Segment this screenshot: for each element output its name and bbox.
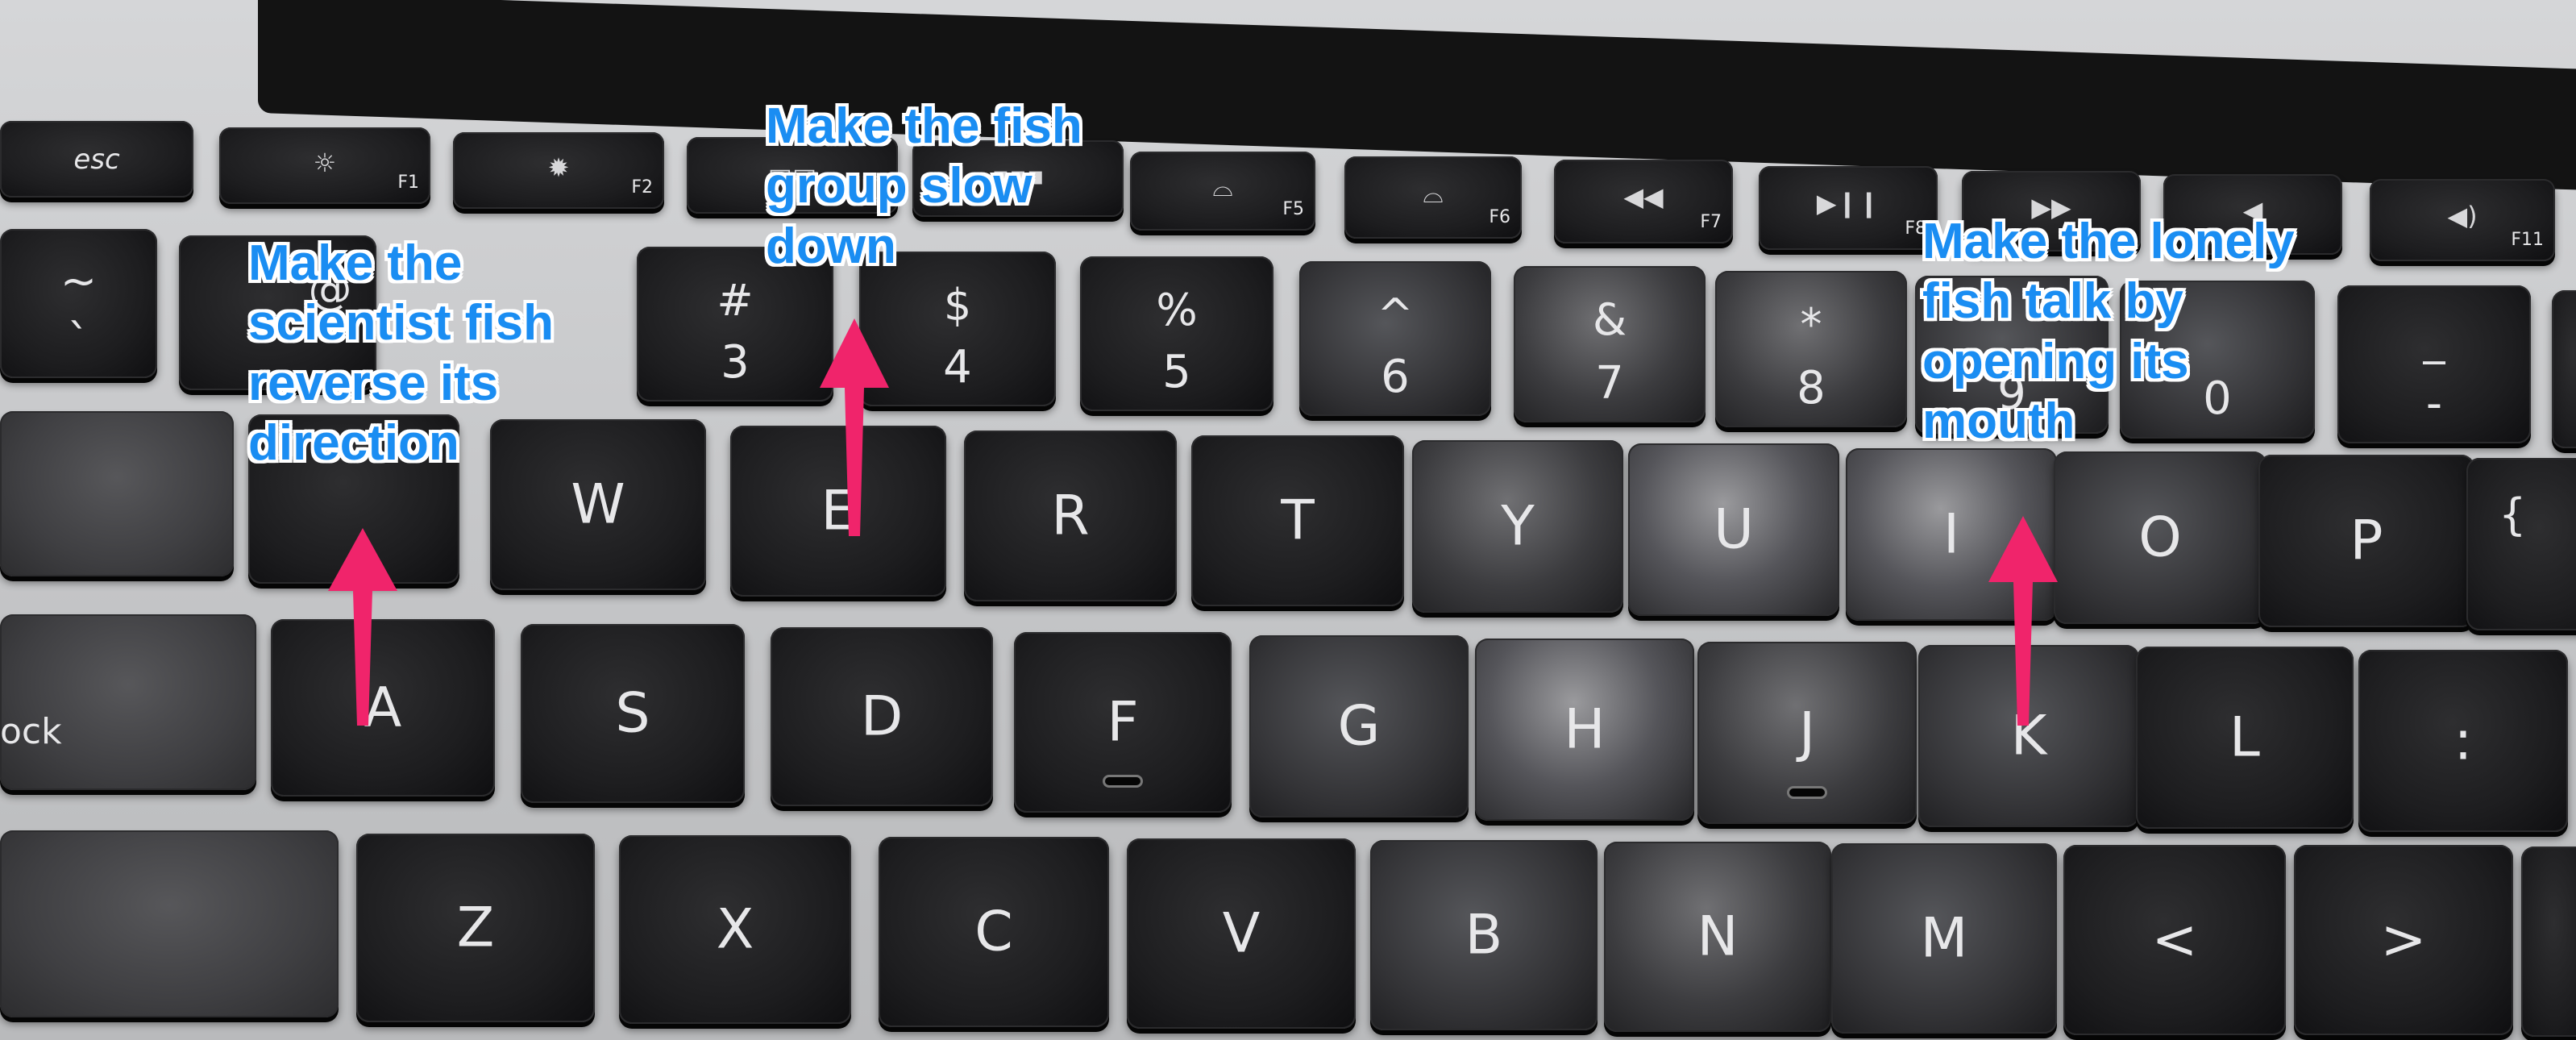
key-minus: _ - — [2337, 285, 2531, 443]
key-d: D — [771, 627, 993, 806]
key-b: B — [1370, 840, 1598, 1030]
key-caps-lock: ock — [0, 614, 256, 790]
key-f7: ◀◀ F7 — [1554, 160, 1733, 243]
key-tilde: ~ ` — [0, 229, 157, 378]
keyboard-light-up-icon: ⌓ — [1423, 177, 1444, 209]
key-esc: esc — [0, 121, 193, 198]
annotation-scientist-fish: Make the scientist fish reverse its dire… — [248, 235, 554, 472]
key-p: P — [2258, 455, 2474, 627]
rewind-icon: ◀◀ — [1623, 181, 1664, 213]
key-f11: ◀) F11 — [2370, 179, 2555, 261]
f-key-bump — [1105, 777, 1141, 785]
key-g: G — [1249, 635, 1469, 817]
key-6: ^ 6 — [1299, 261, 1491, 416]
key-o: O — [2054, 451, 2266, 624]
annotation-lonely-fish: Make the lonely fish talk by opening its… — [1922, 214, 2295, 450]
key-j: J — [1697, 642, 1917, 824]
key-c: C — [879, 837, 1109, 1027]
key-h: H — [1475, 639, 1694, 821]
key-5: % 5 — [1080, 256, 1273, 411]
key-semicolon: : — [2358, 650, 2568, 832]
key-f8: ▶❙❙ F8 — [1759, 166, 1938, 250]
volume-up-icon: ◀) — [2447, 200, 2478, 231]
key-m: M — [1831, 843, 2057, 1034]
key-f1: ☼ F1 — [219, 127, 430, 204]
key-tab — [0, 411, 234, 576]
key-u: U — [1628, 443, 1839, 616]
key-period: > — [2294, 845, 2513, 1035]
key-t: T — [1191, 435, 1404, 606]
key-f6: ⌓ F6 — [1344, 156, 1522, 239]
key-v: V — [1127, 838, 1356, 1029]
key-y: Y — [1412, 440, 1623, 613]
key-r: R — [964, 431, 1177, 601]
key-s: S — [521, 624, 745, 803]
key-7: & 7 — [1514, 266, 1706, 422]
key-comma: < — [2063, 845, 2286, 1035]
key-l: L — [2136, 647, 2354, 829]
j-key-bump — [1789, 788, 1825, 797]
key-slash — [2521, 847, 2576, 1037]
key-equals — [2552, 290, 2576, 448]
arrow-to-k-key — [1988, 516, 2058, 726]
key-8: * 8 — [1715, 271, 1907, 427]
annotation-fish-group: Make the fish group slow down — [766, 98, 1082, 274]
key-f5: ⌓ F5 — [1130, 152, 1315, 231]
arrow-to-a-key — [328, 528, 397, 726]
key-n: N — [1604, 842, 1831, 1032]
play-pause-icon: ▶❙❙ — [1816, 188, 1880, 219]
arrow-to-e-key — [820, 318, 889, 536]
key-shift — [0, 830, 339, 1017]
key-f: F — [1014, 632, 1232, 813]
keyboard-photo: esc ☼ F1 ✹ F2 ▭▭ ▪▪▪ ⌓ F5 ⌓ F6 ◀◀ F7 ▶❙❙… — [0, 0, 2576, 1040]
key-bracket: { — [2466, 458, 2576, 630]
key-f2: ✹ F2 — [453, 132, 664, 209]
key-z: Z — [356, 834, 595, 1022]
key-x: X — [619, 835, 851, 1024]
